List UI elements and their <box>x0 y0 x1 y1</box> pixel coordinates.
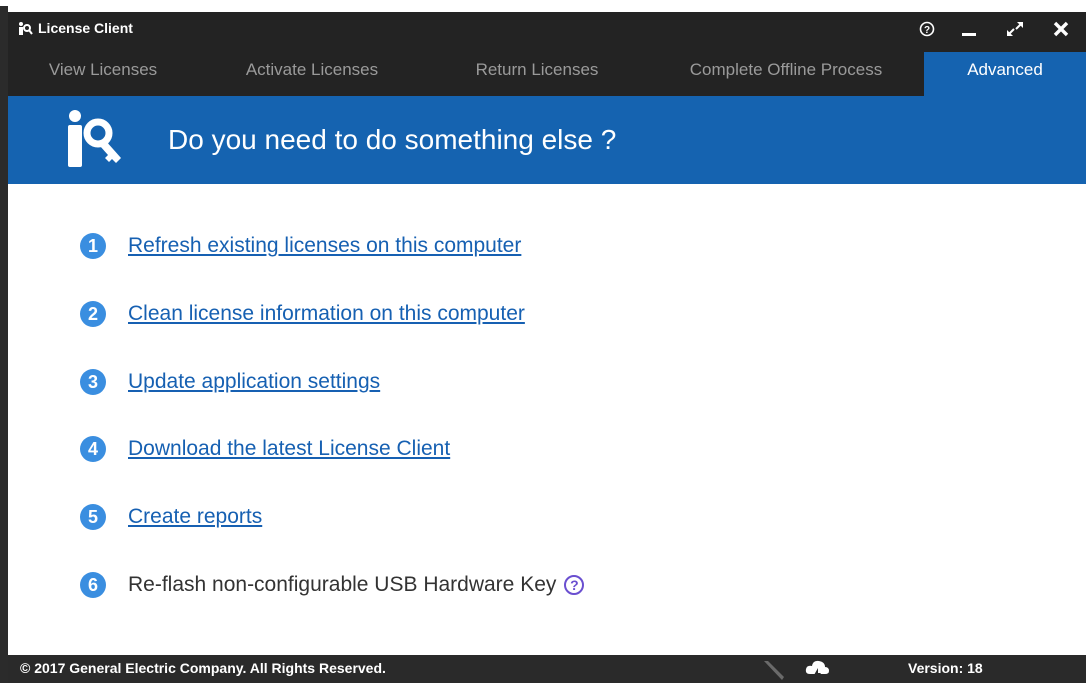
cloud-sync-icon[interactable] <box>804 658 830 682</box>
tab-complete-offline-process[interactable]: Complete Offline Process <box>648 52 924 96</box>
create-reports-link[interactable]: Create reports <box>128 505 262 529</box>
step-number-badge: 2 <box>80 301 106 327</box>
step-number-badge: 3 <box>80 369 106 395</box>
title-bar: License Client ? <box>8 12 1086 52</box>
tab-view-licenses[interactable]: View Licenses <box>8 52 198 96</box>
action-item-settings: 3 Update application settings <box>80 366 380 398</box>
status-bar: © 2017 General Electric Company. All Rig… <box>8 655 1086 683</box>
banner-heading: Do you need to do something else ? <box>168 124 617 155</box>
action-item-download: 4 Download the latest License Client <box>80 433 450 465</box>
version-number: 18 <box>967 660 983 676</box>
window-title: License Client <box>38 20 133 36</box>
tab-advanced[interactable]: Advanced <box>924 52 1086 96</box>
clean-license-info-link[interactable]: Clean license information on this comput… <box>128 302 525 326</box>
license-client-app-icon <box>19 22 33 35</box>
person-key-icon <box>68 110 121 167</box>
help-icon[interactable]: ? <box>564 575 585 595</box>
step-number-badge: 4 <box>80 436 106 462</box>
window-left-edge <box>0 6 8 683</box>
minimize-icon <box>962 33 976 36</box>
minimize-button[interactable] <box>956 18 982 40</box>
tab-bar: View Licenses Activate Licenses Return L… <box>8 52 1086 96</box>
action-item-reports: 5 Create reports <box>80 501 262 533</box>
step-number-badge: 1 <box>80 233 106 259</box>
action-item-clean: 2 Clean license information on this comp… <box>80 298 525 330</box>
tab-activate-licenses[interactable]: Activate Licenses <box>198 52 426 96</box>
tab-return-licenses[interactable]: Return Licenses <box>426 52 648 96</box>
copyright-text: © 2017 General Electric Company. All Rig… <box>20 660 386 676</box>
version-label: Version: <box>908 660 964 676</box>
close-button[interactable] <box>1048 18 1074 40</box>
download-client-link[interactable]: Download the latest License Client <box>128 437 450 461</box>
restore-button[interactable] <box>1002 18 1028 40</box>
pen-icon <box>764 661 784 680</box>
help-icon: ? <box>919 21 935 37</box>
expand-arrows-icon <box>1007 22 1023 36</box>
header-banner: Do you need to do something else ? <box>8 96 1086 184</box>
step-number-badge: 5 <box>80 504 106 530</box>
action-item-reflash: 6 Re-flash non-configurable USB Hardware… <box>80 569 585 601</box>
advanced-actions-panel: 1 Refresh existing licenses on this comp… <box>8 184 1086 655</box>
help-button[interactable]: ? <box>914 18 940 40</box>
close-icon <box>1053 21 1069 37</box>
refresh-licenses-link[interactable]: Refresh existing licenses on this comput… <box>128 234 521 258</box>
reflash-usb-key-label: Re-flash non-configurable USB Hardware K… <box>128 573 557 596</box>
license-client-window: License Client ? View Licenses Activate … <box>8 6 1086 683</box>
update-settings-link[interactable]: Update application settings <box>128 370 380 394</box>
version-text: Version: 18 <box>908 660 983 676</box>
step-number-badge: 6 <box>80 572 106 598</box>
action-item-refresh: 1 Refresh existing licenses on this comp… <box>80 230 521 262</box>
svg-text:?: ? <box>924 25 930 36</box>
